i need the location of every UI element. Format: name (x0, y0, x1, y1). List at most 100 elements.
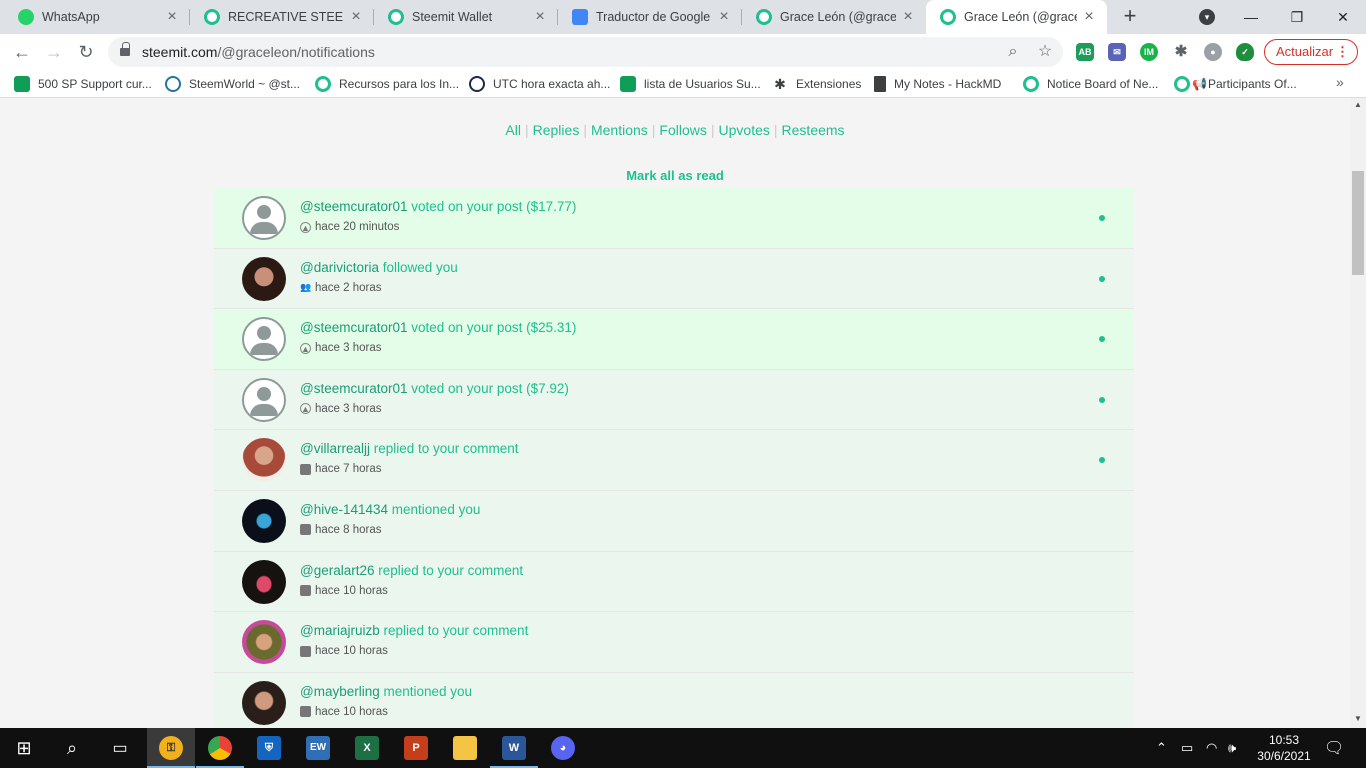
tab-steemit-wallet[interactable]: Steemit Wallet × (374, 0, 558, 34)
bookmark-item[interactable]: 📢 Participants Of... (1174, 75, 1297, 93)
bookmark-item[interactable]: ✱ Extensiones (772, 75, 861, 93)
unread-dot-icon[interactable] (1099, 336, 1105, 343)
bookmark-item[interactable]: Recursos para los In... (315, 75, 459, 93)
unread-dot-icon[interactable] (1099, 215, 1105, 221)
notification-item[interactable]: @darivictoria followed you 👥 hace 2 horas (214, 248, 1134, 310)
filter-replies[interactable]: Replies (529, 122, 584, 138)
notification-user[interactable]: @hive-141434 (300, 502, 388, 517)
avatar[interactable] (242, 559, 286, 604)
zoom-icon[interactable]: ⌕ (1004, 43, 1022, 61)
page-scrollbar[interactable]: ▲ ▼ (1350, 98, 1366, 728)
im-extension-icon[interactable]: IM (1140, 43, 1158, 61)
puzzle-extensions-icon[interactable]: ✱ (1172, 43, 1190, 61)
bookmarks-overflow-icon[interactable]: » (1336, 74, 1344, 90)
avatar[interactable] (242, 438, 286, 483)
notification-item[interactable]: @geralart26 replied to your comment hace… (214, 551, 1134, 613)
bookmark-item[interactable]: lista de Usuarios Su... (620, 75, 761, 93)
avatar[interactable] (242, 620, 286, 665)
avatar[interactable] (242, 680, 286, 725)
notification-item[interactable]: @villarrealjj replied to your comment ha… (214, 430, 1134, 491)
notification-user[interactable]: @darivictoria (300, 260, 379, 275)
restore-button[interactable]: ❐ (1274, 0, 1320, 34)
shield-icon[interactable]: ✓ (1236, 43, 1254, 61)
notification-item[interactable]: @mariajruizb replied to your comment hac… (214, 612, 1134, 673)
unread-dot-icon[interactable] (1099, 275, 1105, 282)
volume-icon[interactable]: 🕪 (1228, 728, 1236, 768)
wifi-icon[interactable]: ◠ (1206, 728, 1217, 768)
filter-mentions[interactable]: Mentions (587, 122, 652, 138)
close-window-button[interactable]: ✕ (1320, 0, 1366, 34)
notification-item[interactable]: @steemcurator01 voted on your post ($7.9… (214, 369, 1134, 431)
taskbar-app[interactable]: ⛨ (245, 728, 293, 768)
avatar[interactable] (242, 377, 286, 422)
forward-button[interactable]: → (42, 40, 66, 64)
bookmark-star-icon[interactable]: ☆ (1036, 43, 1054, 61)
bookmark-item[interactable]: 500 SP Support cur... (14, 75, 152, 93)
close-icon[interactable]: × (532, 8, 548, 26)
tab-search-icon[interactable]: ▾ (1199, 9, 1215, 25)
tab-grace-leon[interactable]: Grace León (@gracele × (742, 0, 926, 34)
taskbar-app[interactable]: ◕ (539, 728, 587, 768)
adblock-extension-icon[interactable]: AB (1076, 43, 1094, 61)
avatar[interactable] (242, 256, 286, 301)
notification-user[interactable]: @steemcurator01 (300, 320, 408, 335)
notification-center-icon[interactable]: 🗨 (1324, 728, 1344, 768)
address-bar[interactable]: steemit.com/@graceleon/notifications ⌕ ☆ (108, 37, 1063, 67)
taskbar-app[interactable] (441, 728, 489, 768)
taskbar-app[interactable]: P (392, 728, 440, 768)
task-view-button[interactable]: ▭ (96, 728, 144, 768)
tab-grace-leon-active[interactable]: Grace León (@gracele × (926, 0, 1107, 34)
back-button[interactable]: ← (10, 40, 34, 64)
avatar[interactable] (242, 196, 286, 240)
filter-resteems[interactable]: Resteems (778, 122, 849, 138)
bookmark-item[interactable]: Notice Board of Ne... (1023, 75, 1158, 93)
profile-avatar-icon[interactable]: ● (1204, 43, 1222, 61)
notification-user[interactable]: @steemcurator01 (300, 381, 408, 396)
search-button[interactable]: ⌕ (48, 728, 96, 768)
tab-google-translate[interactable]: Traductor de Google × (558, 0, 742, 34)
avatar[interactable] (242, 317, 286, 362)
unread-dot-icon[interactable] (1099, 396, 1105, 403)
new-tab-button[interactable]: + (1118, 5, 1142, 29)
extension-icon[interactable]: ✉ (1108, 43, 1126, 61)
close-icon[interactable]: × (1081, 8, 1097, 26)
notification-user[interactable]: @mayberling (300, 684, 380, 699)
notification-item[interactable]: @hive-141434 mentioned you hace 8 horas (214, 490, 1134, 552)
close-icon[interactable]: × (348, 8, 364, 26)
notification-item[interactable]: @steemcurator01 voted on your post ($25.… (214, 309, 1134, 370)
start-button[interactable]: ⊞ (0, 728, 48, 768)
notification-item[interactable]: @steemcurator01 voted on your post ($17.… (214, 188, 1134, 249)
filter-follows[interactable]: Follows (655, 122, 710, 138)
notification-user[interactable]: @geralart26 (300, 563, 375, 578)
lock-icon[interactable] (120, 42, 130, 57)
notification-user[interactable]: @villarrealjj (300, 441, 370, 456)
update-button[interactable]: Actualizar ⋮ (1264, 39, 1358, 65)
filter-all[interactable]: All (501, 122, 525, 138)
notification-user[interactable]: @steemcurator01 (300, 199, 408, 214)
more-menu-icon[interactable]: ⋮ (1336, 40, 1349, 64)
battery-icon[interactable]: ▭ (1181, 728, 1193, 768)
url-text[interactable]: steemit.com/@graceleon/notifications (142, 44, 375, 60)
scrollbar-thumb[interactable] (1352, 171, 1364, 275)
bookmark-item[interactable]: UTC hora exacta ah... (469, 75, 610, 93)
tab-recreative-steem[interactable]: RECREATIVE STEEM / t × (190, 0, 374, 34)
minimize-button[interactable]: — (1228, 0, 1274, 34)
tray-chevron-icon[interactable]: ⌃ (1156, 728, 1167, 768)
taskbar-app[interactable]: W (490, 728, 538, 768)
taskbar-app[interactable] (196, 728, 244, 768)
notification-item[interactable]: @mayberling mentioned you hace 10 horas (214, 672, 1134, 728)
close-icon[interactable]: × (164, 8, 180, 26)
taskbar-app[interactable]: ⚿ (147, 728, 195, 768)
system-clock[interactable]: 10:53 30/6/2021 (1254, 732, 1314, 764)
taskbar-app[interactable]: X (343, 728, 391, 768)
filter-upvotes[interactable]: Upvotes (715, 122, 774, 138)
unread-dot-icon[interactable] (1099, 457, 1105, 464)
close-icon[interactable]: × (900, 8, 916, 26)
reload-button[interactable]: ↻ (74, 40, 98, 64)
tab-whatsapp[interactable]: WhatsApp × (4, 0, 190, 34)
taskbar-app[interactable]: EW (294, 728, 342, 768)
bookmark-item[interactable]: My Notes - HackMD (874, 75, 1001, 93)
scroll-up-icon[interactable]: ▲ (1350, 98, 1366, 112)
close-icon[interactable]: × (716, 8, 732, 26)
bookmark-item[interactable]: SteemWorld ~ @st... (165, 75, 300, 93)
